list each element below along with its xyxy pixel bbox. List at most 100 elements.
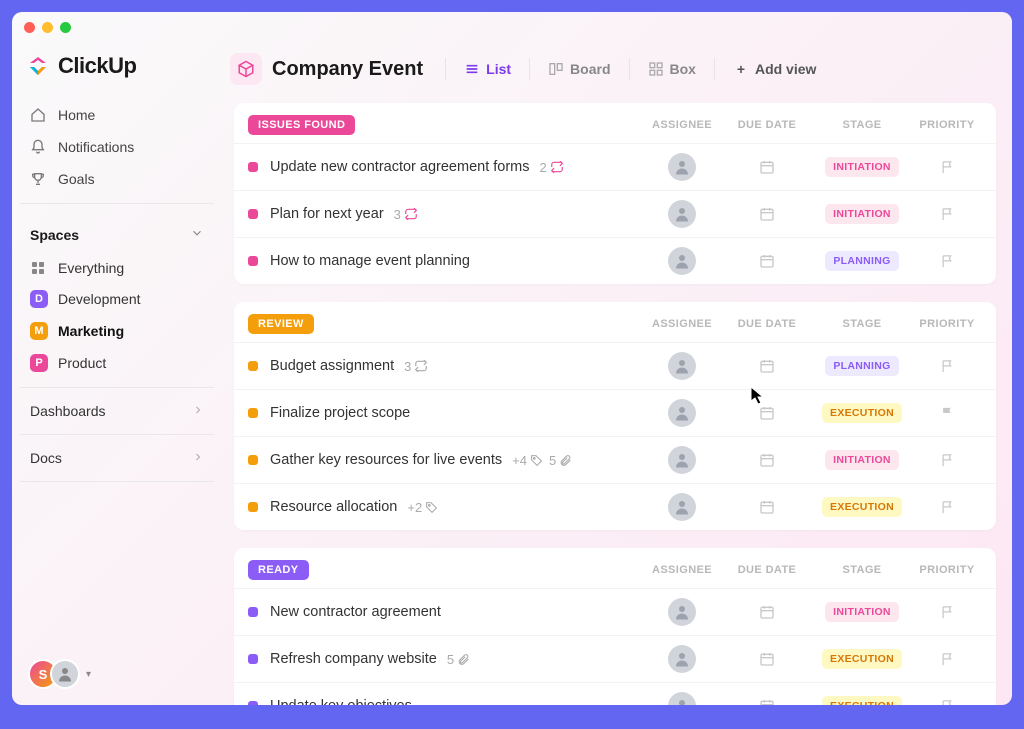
task-row[interactable]: How to manage event planning PLANNING xyxy=(234,237,996,284)
assignee-cell[interactable] xyxy=(642,692,722,705)
status-square[interactable] xyxy=(248,256,258,266)
status-square[interactable] xyxy=(248,701,258,705)
spaces-header[interactable]: Spaces xyxy=(20,212,214,253)
priority-cell[interactable] xyxy=(912,359,982,374)
due-cell[interactable] xyxy=(722,206,812,222)
group-status-pill[interactable]: ISSUES FOUND xyxy=(248,115,355,135)
col-assignee: ASSIGNEE xyxy=(642,119,722,131)
priority-cell[interactable] xyxy=(912,406,982,421)
sidebar: ClickUp Home Notifications Goals Spaces xyxy=(12,37,222,705)
task-row[interactable]: Plan for next year 3 INITIATION xyxy=(234,190,996,237)
priority-cell[interactable] xyxy=(912,500,982,515)
priority-cell[interactable] xyxy=(912,160,982,175)
user-avatars[interactable]: S ▾ xyxy=(20,651,214,697)
priority-cell[interactable] xyxy=(912,254,982,269)
assignee-cell[interactable] xyxy=(642,247,722,275)
stage-badge: EXECUTION xyxy=(822,696,902,705)
due-cell[interactable] xyxy=(722,452,812,468)
task-title: Refresh company website xyxy=(270,651,437,667)
stage-badge: EXECUTION xyxy=(822,649,902,669)
nav-home[interactable]: Home xyxy=(20,99,214,131)
task-row[interactable]: Budget assignment 3 PLANNING xyxy=(234,342,996,389)
avatar xyxy=(668,692,696,705)
nav-notifications[interactable]: Notifications xyxy=(20,131,214,163)
chevron-right-icon xyxy=(192,450,204,466)
logo[interactable]: ClickUp xyxy=(20,43,214,99)
stage-cell[interactable]: EXECUTION xyxy=(812,696,912,705)
stage-cell[interactable]: INITIATION xyxy=(812,450,912,470)
view-box[interactable]: Box xyxy=(644,57,700,81)
task-row[interactable]: New contractor agreement INITIATION xyxy=(234,588,996,635)
due-cell[interactable] xyxy=(722,159,812,175)
due-cell[interactable] xyxy=(722,358,812,374)
due-cell[interactable] xyxy=(722,698,812,705)
status-square[interactable] xyxy=(248,502,258,512)
status-square[interactable] xyxy=(248,654,258,664)
status-square[interactable] xyxy=(248,162,258,172)
task-row[interactable]: Update key objectives EXECUTION xyxy=(234,682,996,705)
task-row[interactable]: Gather key resources for live events +4 … xyxy=(234,436,996,483)
task-title: Plan for next year xyxy=(270,206,384,222)
status-square[interactable] xyxy=(248,607,258,617)
due-cell[interactable] xyxy=(722,604,812,620)
priority-cell[interactable] xyxy=(912,652,982,667)
assignee-cell[interactable] xyxy=(642,399,722,427)
col-priority: PRIORITY xyxy=(912,564,982,576)
task-row[interactable]: Resource allocation +2 EXECUTION xyxy=(234,483,996,530)
grid-icon xyxy=(30,260,48,276)
stage-cell[interactable]: EXECUTION xyxy=(812,403,912,423)
close-window[interactable] xyxy=(24,22,35,33)
status-square[interactable] xyxy=(248,361,258,371)
due-cell[interactable] xyxy=(722,499,812,515)
priority-cell[interactable] xyxy=(912,453,982,468)
priority-cell[interactable] xyxy=(912,605,982,620)
assignee-cell[interactable] xyxy=(642,153,722,181)
group-status-pill[interactable]: READY xyxy=(248,560,309,580)
priority-cell[interactable] xyxy=(912,699,982,706)
due-cell[interactable] xyxy=(722,651,812,667)
stage-cell[interactable]: INITIATION xyxy=(812,602,912,622)
nav-docs[interactable]: Docs xyxy=(20,443,214,473)
due-cell[interactable] xyxy=(722,405,812,421)
assignee-cell[interactable] xyxy=(642,446,722,474)
task-row[interactable]: Update new contractor agreement forms 2 … xyxy=(234,143,996,190)
status-square[interactable] xyxy=(248,209,258,219)
attach-count: 5 xyxy=(549,453,572,468)
nav-goals[interactable]: Goals xyxy=(20,163,214,195)
status-square[interactable] xyxy=(248,408,258,418)
stage-cell[interactable]: EXECUTION xyxy=(812,649,912,669)
assignee-cell[interactable] xyxy=(642,352,722,380)
due-cell[interactable] xyxy=(722,253,812,269)
view-board[interactable]: Board xyxy=(544,57,614,81)
col-due: DUE DATE xyxy=(722,318,812,330)
trophy-icon xyxy=(30,171,46,187)
stage-cell[interactable]: INITIATION xyxy=(812,157,912,177)
add-view-button[interactable]: + Add view xyxy=(729,57,820,81)
priority-cell[interactable] xyxy=(912,207,982,222)
space-item[interactable]: MMarketing xyxy=(20,315,214,347)
assignee-cell[interactable] xyxy=(642,493,722,521)
space-item[interactable]: PProduct xyxy=(20,347,214,379)
group-status-pill[interactable]: REVIEW xyxy=(248,314,314,334)
maximize-window[interactable] xyxy=(60,22,71,33)
space-item[interactable]: DDevelopment xyxy=(20,283,214,315)
minimize-window[interactable] xyxy=(42,22,53,33)
tag-count: +2 xyxy=(407,500,438,515)
nav-dashboards[interactable]: Dashboards xyxy=(20,396,214,426)
avatar xyxy=(668,598,696,626)
status-square[interactable] xyxy=(248,455,258,465)
stage-cell[interactable]: EXECUTION xyxy=(812,497,912,517)
assignee-cell[interactable] xyxy=(642,598,722,626)
task-row[interactable]: Finalize project scope EXECUTION xyxy=(234,389,996,436)
stage-cell[interactable]: PLANNING xyxy=(812,251,912,271)
stage-cell[interactable]: INITIATION xyxy=(812,204,912,224)
avatar xyxy=(668,645,696,673)
stage-cell[interactable]: PLANNING xyxy=(812,356,912,376)
space-everything[interactable]: Everything xyxy=(20,253,214,283)
view-list[interactable]: List xyxy=(460,57,515,81)
home-icon xyxy=(30,107,46,123)
task-row[interactable]: Refresh company website 5 EXECUTION xyxy=(234,635,996,682)
assignee-cell[interactable] xyxy=(642,200,722,228)
assignee-cell[interactable] xyxy=(642,645,722,673)
col-priority: PRIORITY xyxy=(912,318,982,330)
